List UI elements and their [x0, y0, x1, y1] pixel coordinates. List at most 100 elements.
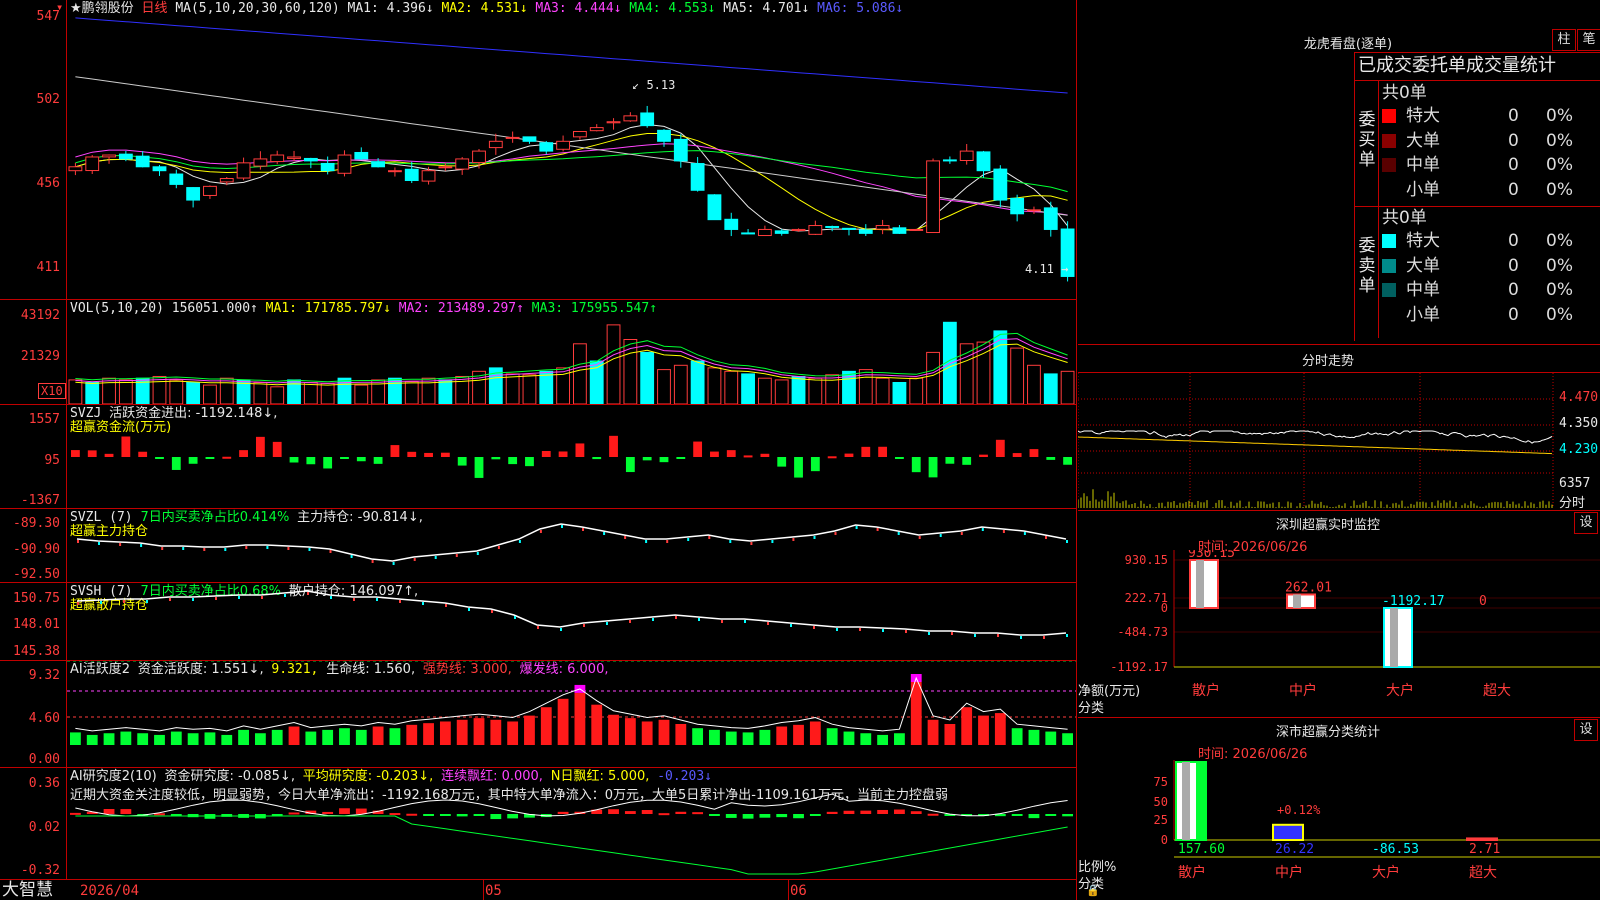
volume-bar: [909, 377, 924, 404]
monitor-settings-button[interactable]: 设: [1574, 512, 1598, 534]
research-bar: [759, 814, 771, 818]
hold-tick: [997, 634, 999, 637]
fenshi-vol-label: 6357: [1559, 476, 1591, 491]
hold-tick: [698, 618, 700, 621]
active-bar: [473, 718, 485, 745]
active-bar: [894, 733, 905, 745]
active-bar: [793, 724, 804, 745]
hold-tick: [603, 532, 606, 535]
research-bar: [793, 814, 804, 819]
hold-tick: [169, 598, 171, 601]
research-bar: [355, 808, 367, 814]
active-bar: [826, 728, 838, 745]
main-chart-area[interactable]: 547 502 456 411 ★鹏翎股份 日线 MA(5,10,20,30,6…: [0, 0, 1100, 900]
hold-tick: [918, 536, 921, 539]
hold-tick: [834, 532, 837, 535]
svzj-axis-label: 1557: [28, 412, 60, 427]
tick-mode-button[interactable]: 笔: [1577, 29, 1600, 51]
ai-active-chart[interactable]: [67, 661, 1076, 767]
active-bar: [591, 704, 603, 745]
active-bar: [658, 719, 670, 745]
date-label: 2026/04: [80, 883, 140, 899]
net-bar-shade: [1390, 608, 1398, 667]
hold-tick: [666, 540, 669, 543]
research-bar: [608, 809, 619, 814]
hold-tick: [771, 540, 774, 543]
hold-tick: [897, 532, 900, 535]
svzl-chart[interactable]: [67, 509, 1076, 582]
active-bar: [540, 707, 552, 745]
svsh-axis-label: 150.75: [13, 591, 60, 606]
candle-body: [875, 225, 890, 230]
ratio-bar-label: -86.53: [1372, 842, 1419, 857]
volume-bar: [505, 373, 520, 404]
research-bar: [103, 809, 115, 814]
row-name: 大单: [1406, 130, 1440, 151]
price-axis-label: 547: [36, 9, 60, 24]
candle-body: [287, 156, 301, 159]
fenshi-vol-caption: 分时: [1559, 496, 1586, 511]
category-label: 大户: [1386, 682, 1414, 699]
candle-body: [102, 154, 116, 158]
classify-settings-button[interactable]: 设: [1574, 719, 1598, 741]
candlestick-chart[interactable]: [67, 14, 1076, 298]
active-bar: [288, 726, 300, 745]
hold-tick: [882, 629, 884, 632]
active-bar: [709, 729, 720, 745]
hold-tick: [675, 616, 677, 619]
hold-tick: [750, 542, 753, 545]
hold-tick: [203, 548, 206, 551]
svsh-chart[interactable]: [67, 583, 1076, 660]
research-bar: [675, 811, 687, 814]
row-value: 0: [1508, 155, 1519, 175]
vol-ma1: MA1: 171785.797↓: [265, 301, 391, 316]
active-bar: [877, 734, 889, 745]
candle-body: [169, 173, 184, 185]
hold-tick: [744, 620, 746, 623]
hold-tick: [1020, 636, 1022, 639]
lhb-title: 龙虎看盘(逐单): [1303, 37, 1393, 52]
flow-bar: [676, 457, 686, 459]
monitor-chart[interactable]: 930.15222.710-484.73-1192.17930.15散户262.…: [1078, 550, 1600, 715]
flow-bar: [306, 457, 316, 465]
volume-bar: [522, 374, 537, 404]
ratio-bar-label: 26.22: [1275, 842, 1314, 857]
candle-body: [1043, 207, 1058, 230]
intraday-chart[interactable]: [1078, 373, 1600, 508]
volume-chart[interactable]: [67, 318, 1076, 404]
flow-bar: [1063, 457, 1072, 465]
candle-body: [488, 140, 503, 149]
flow-bar: [272, 441, 282, 457]
active-bar: [137, 733, 149, 745]
volume-bar: [892, 382, 907, 404]
active-bar: [1028, 729, 1040, 745]
bar-mode-button[interactable]: 柱: [1552, 29, 1576, 51]
candle-body: [858, 229, 873, 234]
price-axis-label: 411: [36, 260, 60, 275]
candle-body: [219, 178, 234, 183]
active-bar: [1062, 733, 1073, 745]
candle-body: [253, 158, 268, 167]
active-bar: [271, 729, 283, 745]
row-name: 小单: [1406, 179, 1440, 200]
active-bar: [994, 713, 1006, 745]
top-arrow-icon[interactable]: ▾: [56, 0, 63, 14]
color-swatch: [1382, 307, 1396, 322]
flow-bar: [323, 457, 333, 469]
candle-body: [371, 161, 386, 168]
hold-tick: [434, 556, 437, 559]
flow-bar: [457, 457, 467, 466]
flow-bar: [760, 453, 770, 457]
svzj-chart[interactable]: [67, 405, 1076, 508]
hold-tick: [238, 596, 240, 599]
row-name: 特大: [1406, 231, 1440, 251]
hold-tick: [445, 604, 447, 607]
ai-research-chart[interactable]: [67, 768, 1076, 879]
active-bar: [120, 731, 132, 745]
classify-chart[interactable]: 75 50 25 0 157.60 散户 26.22 中户 -86.53 大户 2.71 超大 +0.1…: [1078, 760, 1600, 900]
active-bar: [507, 721, 519, 745]
hold-tick: [140, 544, 143, 547]
research-bar: [1011, 814, 1023, 816]
active-bar: [254, 733, 266, 745]
active-bar: [70, 732, 81, 745]
